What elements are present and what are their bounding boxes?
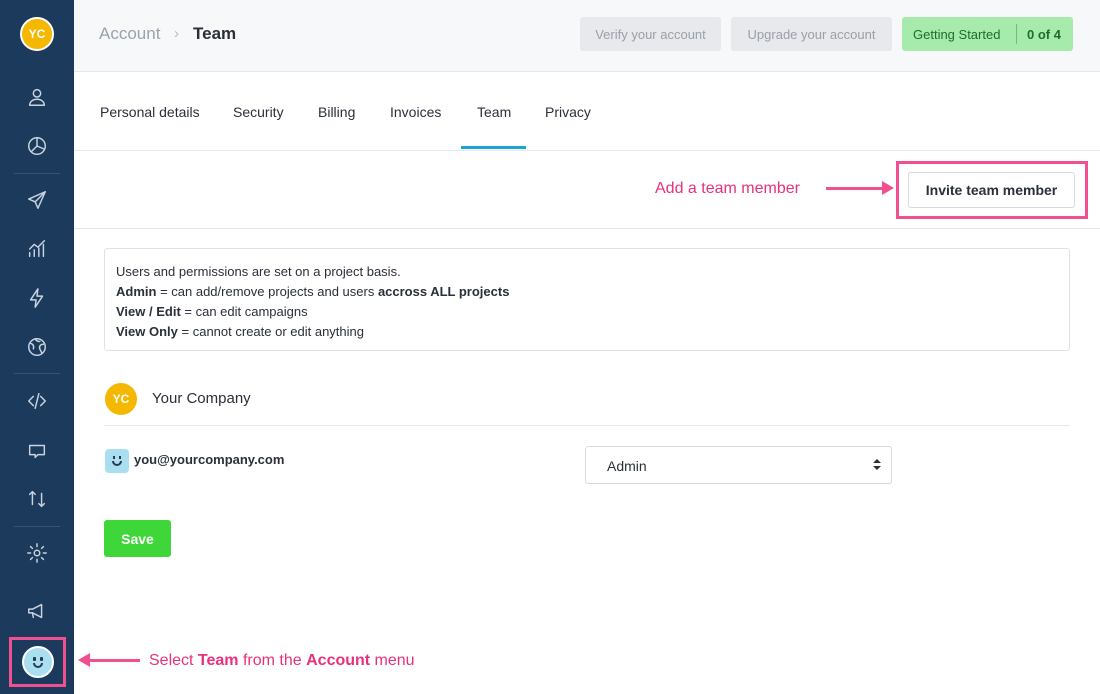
tab-privacy[interactable]: Privacy: [545, 104, 591, 120]
getting-started-button[interactable]: Getting Started 0 of 4: [902, 17, 1073, 51]
paper-plane-icon[interactable]: [22, 185, 52, 215]
info-line-view-edit: View / Edit = can edit campaigns: [116, 304, 308, 319]
arrow-right-icon: [826, 181, 894, 195]
breadcrumb-account[interactable]: Account: [99, 24, 160, 44]
user-face-icon: [21, 646, 54, 678]
invite-highlight-box: Invite team member: [896, 161, 1088, 219]
account-menu-button[interactable]: [9, 637, 66, 687]
verify-account-button[interactable]: Verify your account: [580, 17, 721, 51]
getting-started-divider: [1016, 24, 1017, 44]
top-header: Account › Team Verify your account Upgra…: [74, 0, 1100, 72]
page-title: Team: [193, 24, 237, 43]
gear-icon[interactable]: [22, 538, 52, 568]
select-caret-icon: [873, 457, 881, 473]
add-member-annotation: Add a team member: [655, 180, 800, 197]
info-line-intro: Users and permissions are set on a proje…: [116, 264, 401, 279]
tab-personal-details[interactable]: Personal details: [100, 104, 200, 120]
upgrade-account-button[interactable]: Upgrade your account: [731, 17, 892, 51]
lightning-icon[interactable]: [22, 283, 52, 313]
sidebar-account-avatar[interactable]: YC: [20, 17, 54, 51]
company-name: Your Company: [152, 390, 251, 407]
globe-icon[interactable]: [22, 332, 52, 362]
role-select-value: Admin: [607, 458, 647, 474]
breadcrumb-separator: ›: [174, 25, 179, 42]
getting-started-count: 0 of 4: [1027, 26, 1061, 42]
account-tabs: Personal details Security Billing Invoic…: [74, 72, 1100, 151]
tab-team[interactable]: Team: [477, 104, 511, 120]
invite-team-member-button[interactable]: Invite team member: [908, 172, 1075, 208]
invite-row: Add a team member Invite team member: [74, 151, 1100, 229]
company-logo: YC: [105, 383, 137, 415]
arrow-left-icon: [78, 653, 140, 667]
sidebar-divider: [14, 526, 60, 527]
code-icon[interactable]: [22, 386, 52, 416]
role-select[interactable]: Admin: [585, 446, 892, 484]
active-tab-indicator: [461, 146, 526, 149]
sidebar: YC: [0, 0, 74, 694]
sidebar-divider: [14, 173, 60, 174]
member-email: you@yourcompany.com: [134, 452, 285, 467]
permissions-info-box: Users and permissions are set on a proje…: [104, 248, 1070, 351]
tab-billing[interactable]: Billing: [318, 104, 355, 120]
select-team-annotation: Select Team from the Account menu: [149, 652, 415, 669]
tab-invoices[interactable]: Invoices: [390, 104, 441, 120]
info-line-view-only: View Only = cannot create or edit anythi…: [116, 324, 365, 339]
megaphone-icon[interactable]: [22, 596, 52, 626]
analytics-icon[interactable]: [22, 234, 52, 264]
pie-chart-icon[interactable]: [22, 131, 52, 161]
tab-security[interactable]: Security: [233, 104, 284, 120]
save-button[interactable]: Save: [104, 520, 171, 557]
getting-started-label: Getting Started: [913, 26, 1001, 42]
sort-icon[interactable]: [22, 484, 52, 514]
company-divider: [104, 425, 1070, 426]
sidebar-divider: [14, 373, 60, 374]
info-line-admin: Admin = can add/remove projects and user…: [116, 284, 510, 299]
user-icon[interactable]: [22, 82, 52, 112]
member-avatar-icon: [105, 449, 129, 473]
chat-icon[interactable]: [22, 436, 52, 466]
